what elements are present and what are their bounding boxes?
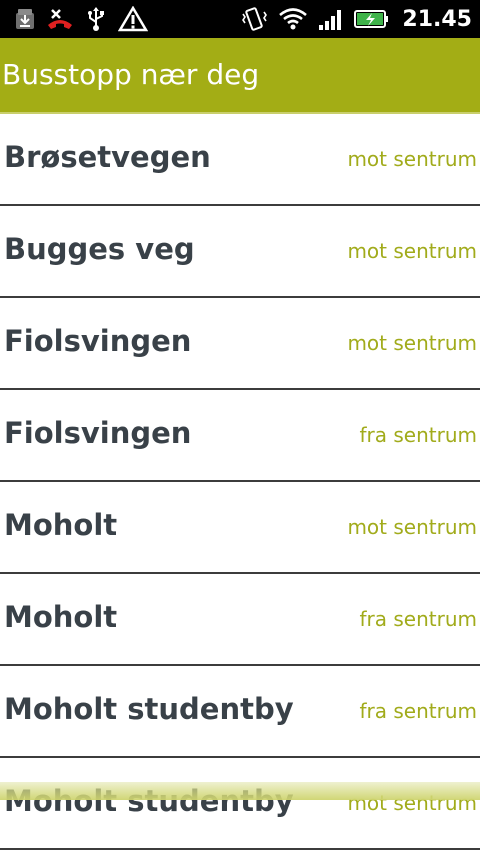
usb-icon [84, 6, 108, 32]
list-item[interactable]: Fiolsvingen mot sentrum [0, 298, 480, 390]
bus-stop-list[interactable]: Brøsetvegen mot sentrum Bugges veg mot s… [0, 114, 480, 850]
stop-direction: mot sentrum [347, 791, 477, 815]
vibrate-icon [240, 6, 268, 32]
list-item[interactable]: Fiolsvingen fra sentrum [0, 390, 480, 482]
title-bar: Busstopp nær deg [0, 38, 480, 114]
signal-icon [318, 7, 344, 31]
notification-icons [14, 3, 148, 35]
warning-icon [118, 6, 148, 32]
battery-charging-icon [354, 8, 390, 30]
stop-direction: mot sentrum [347, 331, 477, 355]
stop-direction: fra sentrum [359, 699, 478, 723]
missed-call-icon [46, 7, 74, 31]
status-bar: 21.45 [0, 0, 480, 38]
stop-name: Moholt studentby [4, 784, 294, 818]
stop-name: Moholt [4, 600, 118, 634]
download-icon [14, 7, 36, 31]
stop-direction: mot sentrum [347, 239, 477, 263]
list-item[interactable]: Bugges veg mot sentrum [0, 206, 480, 298]
stop-name: Moholt [4, 508, 118, 542]
page-title: Busstopp nær deg [2, 58, 260, 91]
stop-name: Moholt studentby [4, 692, 294, 726]
list-item[interactable]: Moholt fra sentrum [0, 574, 480, 666]
stop-direction: fra sentrum [359, 607, 478, 631]
stop-direction: mot sentrum [347, 515, 477, 539]
stop-name: Fiolsvingen [4, 324, 192, 358]
list-item[interactable]: Brøsetvegen mot sentrum [0, 114, 480, 206]
stop-name: Fiolsvingen [4, 416, 192, 450]
stop-name: Bugges veg [4, 232, 195, 266]
stop-name: Brøsetvegen [4, 140, 211, 174]
stop-direction: mot sentrum [347, 147, 477, 171]
system-icons: 21.45 [240, 3, 472, 35]
clock: 21.45 [402, 6, 472, 32]
list-item[interactable]: Moholt studentby fra sentrum [0, 666, 480, 758]
wifi-icon [278, 7, 308, 31]
list-item[interactable]: Moholt mot sentrum [0, 482, 480, 574]
stop-direction: fra sentrum [359, 423, 478, 447]
list-item[interactable]: Moholt studentby mot sentrum [0, 758, 480, 850]
